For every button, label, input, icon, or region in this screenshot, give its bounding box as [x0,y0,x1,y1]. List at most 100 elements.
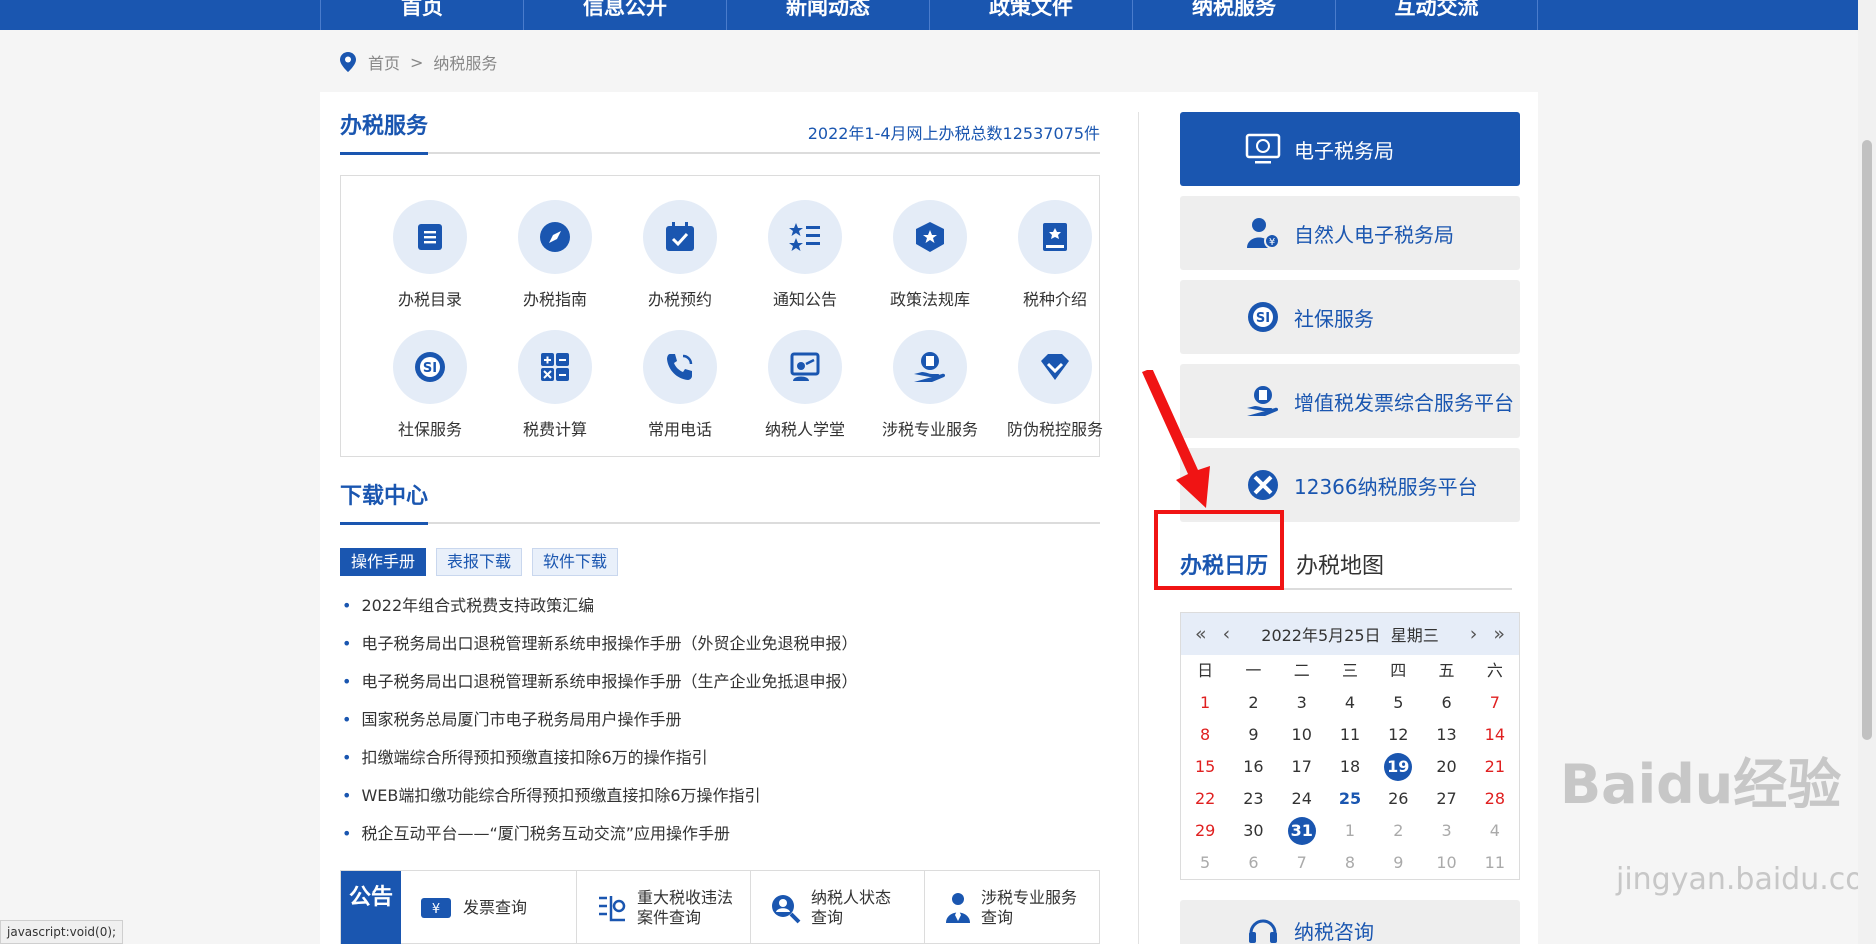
calendar-day[interactable]: 18 [1326,751,1374,783]
calendar-day[interactable]: 25 [1326,783,1374,815]
calendar-day[interactable]: 2 [1229,687,1277,719]
calendar-day[interactable]: 1 [1326,815,1374,847]
calendar-day[interactable]: 11 [1471,847,1519,879]
calendar-day[interactable]: 23 [1229,783,1277,815]
tab-software[interactable]: 软件下载 [532,548,619,576]
calendar-day[interactable]: 7 [1278,847,1326,879]
violation-query-button[interactable]: 重大税收违法案件查询 [577,871,751,944]
calendar-day[interactable]: 8 [1326,847,1374,879]
svg-text:¥: ¥ [432,902,440,917]
service-taxpayer-school[interactable]: 纳税人学堂 [742,330,868,440]
nav-news[interactable]: 新闻动态 [726,0,929,30]
vat-invoice-platform-button[interactable]: 增值税发票综合服务平台 [1180,364,1520,438]
calendar-day[interactable]: 7 [1471,687,1519,719]
list-item[interactable]: 2022年组合式税费支持政策汇编 [342,594,857,632]
service-professional[interactable]: 涉税专业服务 [867,330,993,440]
calendar-day[interactable]: 2 [1374,815,1422,847]
service-label: 税费计算 [522,420,587,439]
nav-policy[interactable]: 政策文件 [929,0,1132,30]
calendar-day[interactable]: 3 [1422,815,1470,847]
prev-year-button[interactable]: « [1195,623,1207,645]
calendar-day[interactable]: 5 [1374,687,1422,719]
tab-forms[interactable]: 表报下载 [436,548,523,576]
list-item[interactable]: 扣缴端综合所得预扣预缴直接扣除6万的操作指引 [342,746,857,784]
service-tax-calculator[interactable]: 税费计算 [492,330,618,440]
calendar-day[interactable]: 20 [1422,751,1470,783]
calendar-day[interactable]: 9 [1229,719,1277,751]
list-item[interactable]: 电子税务局出口退税管理新系统申报操作手册（外贸企业免退税申报） [342,632,857,670]
social-security-button[interactable]: SI 社保服务 [1180,280,1520,354]
tax-consult-button[interactable]: 纳税咨询 [1180,900,1520,944]
calendar-day[interactable]: 19 [1374,751,1422,783]
calendar-day[interactable]: 31 [1278,815,1326,847]
invoice-query-button[interactable]: ¥ 发票查询 [401,871,577,944]
list-item[interactable]: 国家税务总局厦门市电子税务局用户操作手册 [342,708,857,746]
calendar-day[interactable]: 10 [1422,847,1470,879]
calendar-day[interactable]: 26 [1374,783,1422,815]
service-catalog[interactable]: 办税目录 [367,200,493,310]
service-phone[interactable]: 常用电话 [617,330,743,440]
weekday-label: 五 [1438,661,1455,680]
button-label: 电子税务局 [1294,138,1394,163]
nav-info[interactable]: 信息公开 [523,0,726,30]
list-item[interactable]: 税企互动平台——“厦门税务互动交流”应用操作手册 [342,822,857,860]
notice-label[interactable]: 公告 [341,871,401,944]
calendar-day[interactable]: 6 [1229,847,1277,879]
calendar-day[interactable]: 3 [1278,687,1326,719]
breadcrumb-current[interactable]: 纳税服务 [433,50,497,74]
calendar-day[interactable]: 8 [1181,719,1229,751]
professional-service-query-button[interactable]: 涉税专业服务查询 [925,871,1101,944]
calendar-day[interactable]: 28 [1471,783,1519,815]
nav-home[interactable]: 首页 [320,0,523,30]
list-icon [418,224,442,250]
calendar-day[interactable]: 30 [1229,815,1277,847]
weekday-label: 三 [1341,661,1358,680]
scrollbar-thumb[interactable] [1862,140,1872,740]
prev-month-button[interactable]: ‹ [1223,623,1231,645]
calendar-day[interactable]: 14 [1471,719,1519,751]
service-label: 常用电话 [647,420,712,439]
individual-e-tax-bureau-button[interactable]: ¥ 自然人电子税务局 [1180,196,1520,270]
e-tax-bureau-button[interactable]: 电子税务局 [1180,112,1520,186]
list-item[interactable]: 电子税务局出口退税管理新系统申报操作手册（生产企业免抵退申报） [342,670,857,708]
breadcrumb-home[interactable]: 首页 [368,50,400,74]
calendar-day[interactable]: 27 [1422,783,1470,815]
12366-logo-icon [1248,470,1278,500]
service-anti-counterfeit[interactable]: 防伪税控服务 [992,330,1118,440]
breadcrumb-separator: > [410,52,424,72]
calendar-day[interactable]: 11 [1326,719,1374,751]
calendar-day[interactable]: 16 [1229,751,1277,783]
calendar-day[interactable]: 21 [1471,751,1519,783]
service-tax-types[interactable]: 税种介绍 [992,200,1118,310]
calendar-day[interactable]: 10 [1278,719,1326,751]
service-policy-library[interactable]: 政策法规库 [867,200,993,310]
calendar-day[interactable]: 12 [1374,719,1422,751]
taxpayer-status-query-button[interactable]: 纳税人状态查询 [751,871,925,944]
calendar-day[interactable]: 4 [1471,815,1519,847]
tab-tax-map[interactable]: 办税地图 [1296,548,1384,580]
tab-manual[interactable]: 操作手册 [340,548,427,576]
next-year-button[interactable]: » [1493,623,1505,645]
nav-tax-service[interactable]: 纳税服务 [1132,0,1335,30]
nav-interaction[interactable]: 互动交流 [1335,0,1538,30]
next-month-button[interactable]: › [1470,623,1478,645]
calendar-day[interactable]: 13 [1422,719,1470,751]
service-appointment[interactable]: 办税预约 [617,200,743,310]
calendar-day[interactable]: 29 [1181,815,1229,847]
svg-text:SI: SI [423,361,437,376]
calendar-day[interactable]: 24 [1278,783,1326,815]
service-social-security[interactable]: SI 社保服务 [367,330,493,440]
calendar-day[interactable]: 22 [1181,783,1229,815]
calendar-day[interactable]: 4 [1326,687,1374,719]
annotation-highlight-box [1154,510,1284,590]
service-guide[interactable]: 办税指南 [492,200,618,310]
calendar-day[interactable]: 17 [1278,751,1326,783]
calendar-day[interactable]: 15 [1181,751,1229,783]
calendar-day[interactable]: 6 [1422,687,1470,719]
list-item[interactable]: WEB端扣缴功能综合所得预扣预缴直接扣除6万操作指引 [342,784,857,822]
scrollbar[interactable] [1858,0,1876,944]
calendar-day[interactable]: 1 [1181,687,1229,719]
service-notice[interactable]: 通知公告 [742,200,868,310]
calendar-day[interactable]: 5 [1181,847,1229,879]
calendar-day[interactable]: 9 [1374,847,1422,879]
